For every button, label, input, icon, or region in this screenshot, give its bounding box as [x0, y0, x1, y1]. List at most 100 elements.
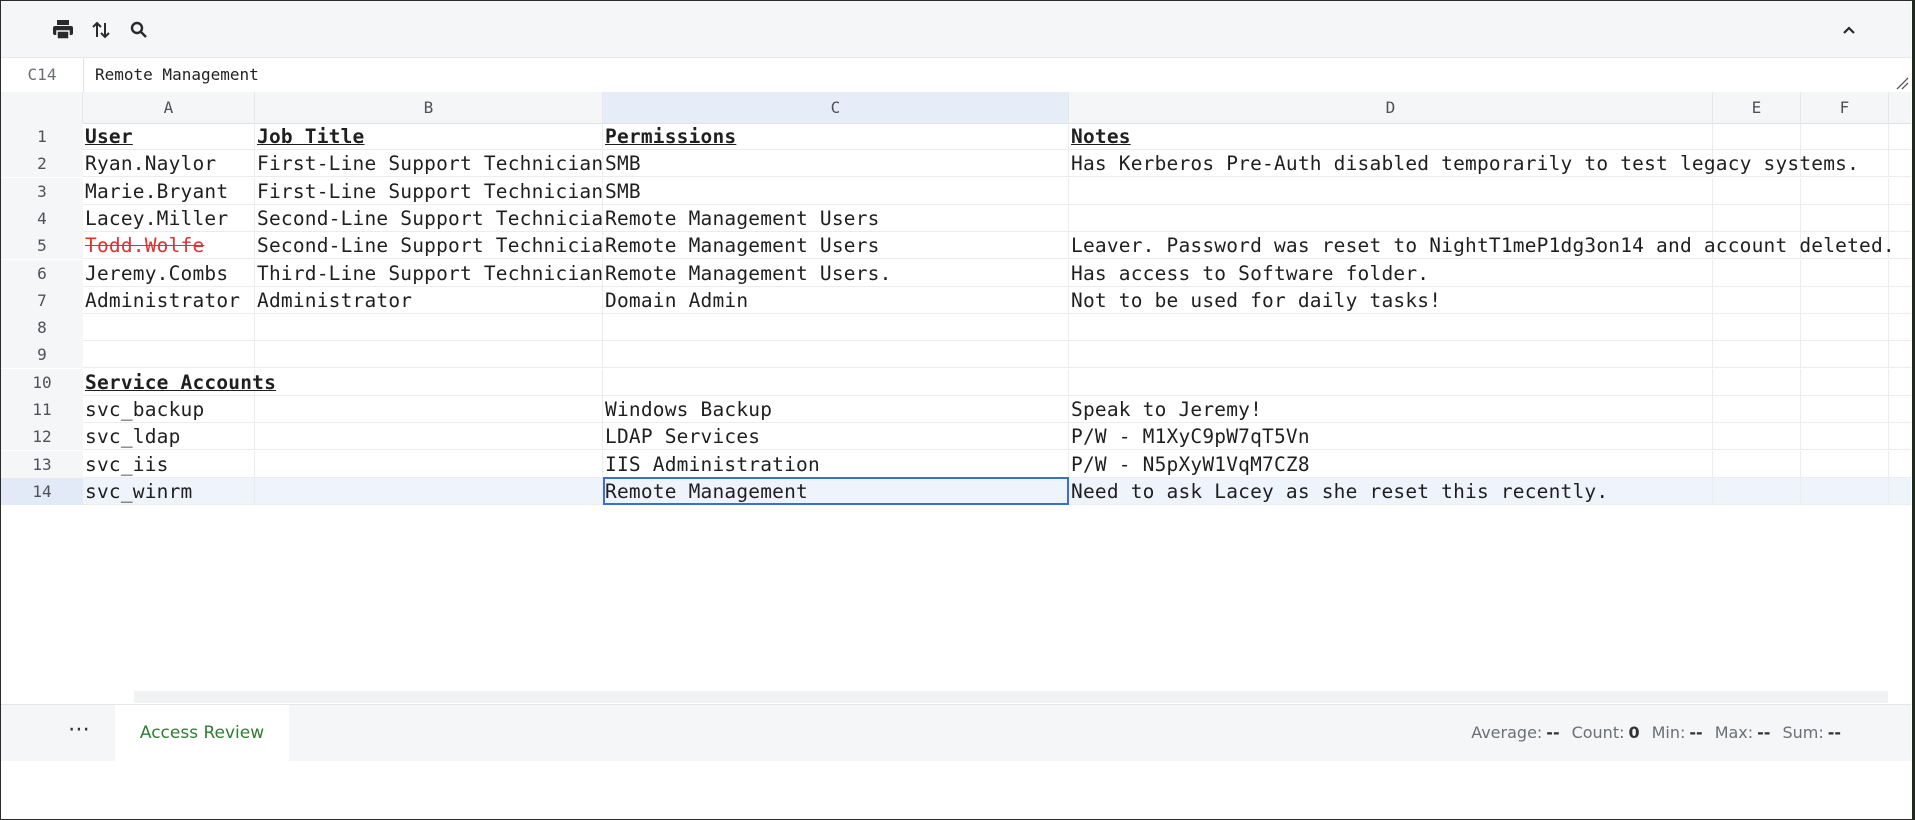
- cell-c6[interactable]: Remote Management Users.: [603, 259, 1069, 287]
- cell-b2[interactable]: First-Line Support Technician: [255, 150, 603, 178]
- cell-d9[interactable]: [1069, 341, 1713, 369]
- cell-d7[interactable]: Not to be used for daily tasks!: [1069, 286, 1713, 314]
- cell-d3[interactable]: [1069, 177, 1713, 205]
- cell-e12[interactable]: [1713, 423, 1801, 451]
- cell-d5[interactable]: Leaver. Password was reset to NightT1meP…: [1069, 232, 1895, 260]
- cell-c7[interactable]: Domain Admin: [603, 286, 1069, 314]
- row-header[interactable]: 11: [1, 396, 83, 423]
- cell-b12[interactable]: [255, 423, 603, 451]
- row-header[interactable]: 7: [1, 286, 83, 314]
- cell-f9[interactable]: [1801, 341, 1889, 369]
- cell-e4[interactable]: [1713, 204, 1801, 232]
- cell-d13[interactable]: P/W - N5pXyW1VqM7CZ8: [1069, 450, 1713, 478]
- cell-f7[interactable]: [1801, 286, 1889, 314]
- cell-e3[interactable]: [1713, 177, 1801, 205]
- cell-b3[interactable]: First-Line Support Technician: [255, 177, 603, 205]
- cell-f14[interactable]: [1801, 477, 1889, 505]
- sort-icon[interactable]: [87, 16, 115, 44]
- formula-input[interactable]: Remote Management: [95, 58, 259, 92]
- cell-c3[interactable]: SMB: [603, 177, 1069, 205]
- row-header[interactable]: 5: [1, 232, 83, 260]
- column-header-e[interactable]: E: [1713, 92, 1801, 123]
- column-header-d[interactable]: D: [1069, 92, 1713, 123]
- cell-a12[interactable]: svc_ldap: [83, 423, 255, 451]
- cell-e7[interactable]: [1713, 286, 1801, 314]
- horizontal-scrollbar[interactable]: [134, 691, 1888, 703]
- cell-c5[interactable]: Remote Management Users: [603, 232, 1069, 260]
- row-header[interactable]: 10: [1, 368, 83, 396]
- more-sheets-button[interactable]: ⋯: [59, 719, 99, 747]
- cell-c10[interactable]: [603, 368, 1069, 396]
- row-header[interactable]: 6: [1, 259, 83, 287]
- cell-c11[interactable]: Windows Backup: [603, 396, 1069, 423]
- cell-b6[interactable]: Third-Line Support Technician: [255, 259, 603, 287]
- cell-c12[interactable]: LDAP Services: [603, 423, 1069, 451]
- cell-d8[interactable]: [1069, 314, 1713, 342]
- cell-b13[interactable]: [255, 450, 603, 478]
- cell-d4[interactable]: [1069, 204, 1713, 232]
- search-icon[interactable]: [125, 16, 153, 44]
- row-header[interactable]: 3: [1, 177, 83, 205]
- cell-f4[interactable]: [1801, 204, 1889, 232]
- cell-d11[interactable]: Speak to Jeremy!: [1069, 396, 1713, 423]
- column-header-a[interactable]: A: [83, 92, 255, 123]
- cell-a9[interactable]: [83, 341, 255, 369]
- cell-b4[interactable]: Second-Line Support Technician: [255, 204, 603, 232]
- chevron-up-icon[interactable]: [1835, 16, 1863, 44]
- row-header[interactable]: 12: [1, 423, 83, 451]
- cell-d12[interactable]: P/W - M1XyC9pW7qT5Vn: [1069, 423, 1713, 451]
- cell-f8[interactable]: [1801, 314, 1889, 342]
- cell-e1[interactable]: [1713, 123, 1801, 150]
- column-header-b[interactable]: B: [255, 92, 603, 123]
- row-header[interactable]: 2: [1, 150, 83, 178]
- cell-a14[interactable]: svc_winrm: [83, 477, 255, 505]
- row-header[interactable]: 9: [1, 341, 83, 369]
- cell-a13[interactable]: svc_iis: [83, 450, 255, 478]
- cell-d10[interactable]: [1069, 368, 1713, 396]
- cell-f12[interactable]: [1801, 423, 1889, 451]
- cell-a2[interactable]: Ryan.Naylor: [83, 150, 255, 178]
- cell-c14[interactable]: Remote Management: [603, 477, 1069, 505]
- cell-c4[interactable]: Remote Management Users: [603, 204, 1069, 232]
- resize-grip-icon[interactable]: [1895, 76, 1909, 90]
- cell-f6[interactable]: [1801, 259, 1889, 287]
- cell-a8[interactable]: [83, 314, 255, 342]
- row-header[interactable]: 1: [1, 123, 83, 150]
- cell-reference[interactable]: C14: [1, 58, 84, 92]
- cell-c13[interactable]: IIS Administration: [603, 450, 1069, 478]
- cell-d6[interactable]: Has access to Software folder.: [1069, 259, 1713, 287]
- cell-a1[interactable]: User: [83, 123, 255, 150]
- column-header-f[interactable]: F: [1801, 92, 1889, 123]
- row-header[interactable]: 4: [1, 204, 83, 232]
- cell-e13[interactable]: [1713, 450, 1801, 478]
- print-icon[interactable]: [49, 16, 77, 44]
- cell-d14[interactable]: Need to ask Lacey as she reset this rece…: [1069, 477, 1713, 505]
- cell-b8[interactable]: [255, 314, 603, 342]
- cell-f10[interactable]: [1801, 368, 1889, 396]
- cell-e11[interactable]: [1713, 396, 1801, 423]
- cell-a5[interactable]: Todd.Wolfe: [83, 232, 255, 260]
- row-header[interactable]: 13: [1, 450, 83, 478]
- cell-f3[interactable]: [1801, 177, 1889, 205]
- cell-b1[interactable]: Job Title: [255, 123, 603, 150]
- cell-a7[interactable]: Administrator: [83, 286, 255, 314]
- cell-a4[interactable]: Lacey.Miller: [83, 204, 255, 232]
- cell-c9[interactable]: [603, 341, 1069, 369]
- column-header-c[interactable]: C: [603, 92, 1069, 123]
- cell-c1[interactable]: Permissions: [603, 123, 1069, 150]
- cell-e6[interactable]: [1713, 259, 1801, 287]
- row-header[interactable]: 8: [1, 314, 83, 342]
- cell-a11[interactable]: svc_backup: [83, 396, 255, 423]
- cell-b7[interactable]: Administrator: [255, 286, 603, 314]
- cell-a10[interactable]: Service Accounts: [83, 368, 276, 396]
- cell-b5[interactable]: Second-Line Support Technician: [255, 232, 603, 260]
- cell-b14[interactable]: [255, 477, 603, 505]
- cell-f1[interactable]: [1801, 123, 1889, 150]
- cell-a3[interactable]: Marie.Bryant: [83, 177, 255, 205]
- cell-f13[interactable]: [1801, 450, 1889, 478]
- cell-a6[interactable]: Jeremy.Combs: [83, 259, 255, 287]
- cell-b11[interactable]: [255, 396, 603, 423]
- cell-b9[interactable]: [255, 341, 603, 369]
- cell-e9[interactable]: [1713, 341, 1801, 369]
- cell-d1[interactable]: Notes: [1069, 123, 1713, 150]
